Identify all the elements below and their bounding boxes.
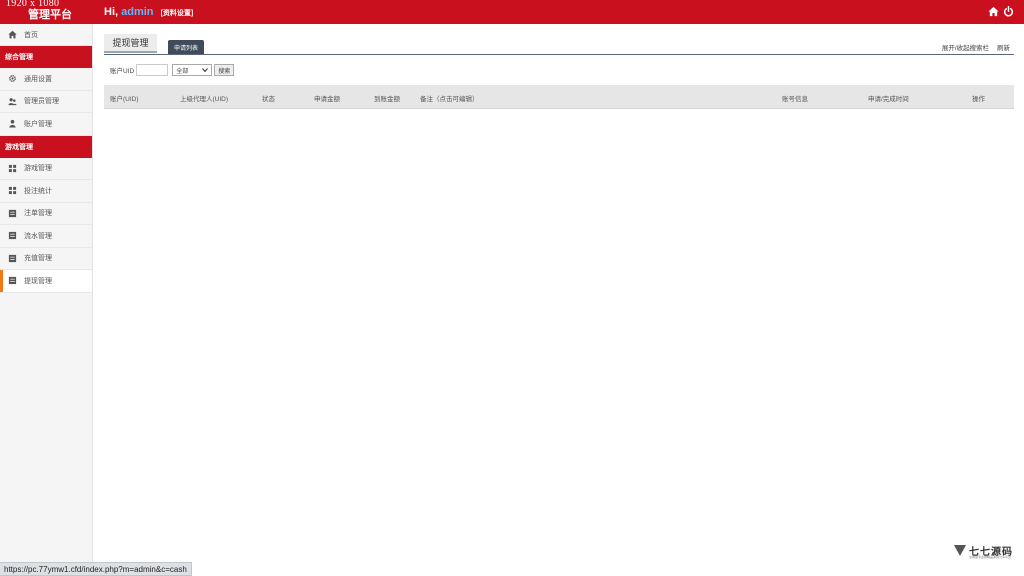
col-received-amount[interactable]: 到账金额 — [374, 93, 400, 103]
col-agent-uid[interactable]: 上级代理人(UID) — [180, 93, 228, 103]
list-icon — [8, 254, 17, 262]
sidebar-section-general[interactable]: 综合管理 — [0, 46, 92, 68]
toggle-search-link[interactable]: 展开/收起搜索栏 — [942, 45, 989, 52]
search-bar: 账户UID 全部 搜索 — [110, 64, 235, 76]
uid-input[interactable] — [136, 64, 169, 76]
username[interactable]: admin — [121, 6, 153, 18]
col-status[interactable]: 状态 — [262, 93, 275, 103]
browser-status-bar: https://pc.77ymw1.cfd/index.php?m=admin&… — [0, 562, 192, 576]
greeting-prefix: Hi, — [104, 6, 122, 18]
sidebar-item-recharge[interactable]: 充值管理 — [0, 248, 92, 270]
sidebar-item-account-management[interactable]: 账户管理 — [0, 113, 92, 136]
page-title-tab[interactable]: 提现管理 — [104, 34, 157, 53]
user-icon — [9, 120, 16, 128]
status-select[interactable]: 全部 — [172, 64, 213, 76]
list-icon — [8, 232, 17, 240]
sidebar-item-general-settings[interactable]: 通用设置 — [0, 68, 92, 91]
profile-settings-link[interactable]: [资料设置] — [161, 10, 194, 17]
home-icon[interactable] — [988, 6, 999, 17]
table-header: 账户(UID) 上级代理人(UID) 状态 申请金额 到账金额 备注（点击可编辑… — [104, 85, 1014, 109]
sidebar-item-label: 游戏管理 — [24, 165, 52, 173]
sidebar-item-label: 管理员管理 — [24, 98, 59, 106]
refresh-link[interactable]: 刷新 — [997, 45, 1010, 52]
status-select-value: 全部 — [176, 68, 189, 75]
logo-triangle-icon — [954, 545, 966, 556]
uid-label: 账户UID — [110, 68, 135, 75]
sidebar-item-label: 提现管理 — [24, 277, 52, 285]
users-icon — [8, 97, 17, 105]
chevron-down-icon — [202, 68, 209, 72]
list-icon — [8, 209, 17, 217]
gear-icon — [9, 75, 16, 83]
sidebar-item-game-management[interactable]: 游戏管理 — [0, 158, 92, 180]
sidebar-item-home[interactable]: 首页 — [0, 24, 92, 46]
sidebar: 首页 综合管理 通用设置 管理员管理 账户管理 游戏管理 游戏管理 投注统计 注… — [0, 24, 93, 576]
top-header: 1920 x 1080 管理平台 Hi, admin [资料设置] — [0, 0, 1024, 24]
col-time[interactable]: 申请/完成时间 — [868, 93, 909, 103]
grid-icon — [8, 187, 17, 195]
logo-tagline: 全网最专业的精品源码分享平台 — [969, 555, 1012, 559]
search-button[interactable]: 搜索 — [214, 64, 235, 76]
col-apply-amount[interactable]: 申请金额 — [314, 93, 340, 103]
sidebar-item-label: 账户管理 — [24, 120, 52, 128]
sidebar-item-admin-management[interactable]: 管理员管理 — [0, 91, 92, 113]
sidebar-item-label: 通用设置 — [24, 75, 52, 83]
tab-divider — [104, 54, 1014, 55]
sidebar-item-label: 充值管理 — [24, 255, 52, 263]
tab-application-list[interactable]: 申请列表 — [168, 40, 204, 54]
list-icon — [8, 277, 17, 285]
sidebar-item-turnover[interactable]: 流水管理 — [0, 225, 92, 248]
power-icon[interactable] — [1003, 6, 1014, 17]
sidebar-item-withdrawal[interactable]: 提现管理 — [0, 270, 92, 293]
sidebar-item-label: 注单管理 — [24, 210, 52, 218]
sidebar-item-label: 首页 — [24, 31, 38, 39]
col-actions: 操作 — [972, 96, 985, 103]
top-links: 展开/收起搜索栏 刷新 — [936, 42, 1010, 52]
col-remark[interactable]: 备注（点击可编辑） — [420, 93, 479, 103]
brand-title: 管理平台 — [28, 9, 72, 21]
grid-icon — [8, 164, 17, 172]
home-icon — [8, 30, 17, 39]
sidebar-item-label: 流水管理 — [24, 232, 52, 240]
user-greeting: Hi, admin [资料设置] — [104, 6, 193, 18]
sidebar-item-bet-statistics[interactable]: 投注统计 — [0, 180, 92, 203]
sidebar-item-bet-orders[interactable]: 注单管理 — [0, 203, 92, 225]
sidebar-item-label: 投注统计 — [24, 187, 52, 195]
sidebar-section-game[interactable]: 游戏管理 — [0, 135, 92, 158]
col-account-uid[interactable]: 账户(UID) — [110, 93, 139, 103]
watermark-logo: 七七源码 全网最专业的精品源码分享平台 — [954, 543, 1013, 559]
col-account-info[interactable]: 账号信息 — [782, 93, 808, 103]
